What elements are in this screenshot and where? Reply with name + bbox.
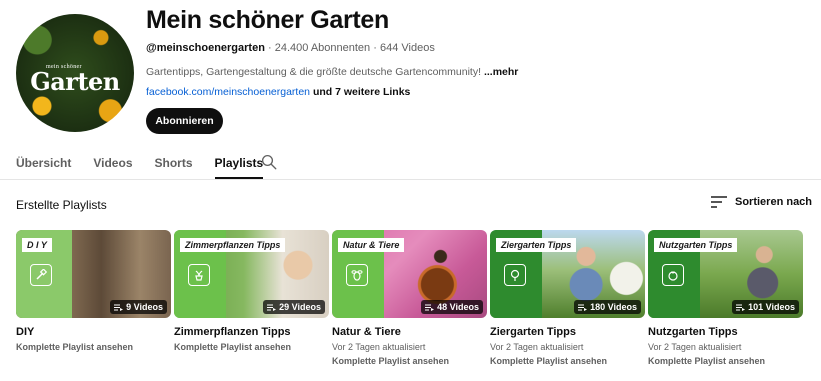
channel-avatar[interactable]: mein schöner Garten bbox=[16, 14, 134, 132]
playlist-thumbnail[interactable]: Zimmerpflanzen Tipps 29 Videos bbox=[174, 230, 329, 318]
channel-handle: @meinschoenergarten bbox=[146, 42, 265, 54]
playlist-updated: Vor 2 Tagen aktualisiert bbox=[490, 342, 584, 352]
playlist-tag: Zimmerpflanzen Tipps bbox=[180, 238, 286, 252]
channel-title: Mein schöner Garten bbox=[146, 6, 389, 34]
playlist-icon bbox=[114, 304, 124, 311]
playlist-thumbnail[interactable]: Nutzgarten Tipps 101 Videos bbox=[648, 230, 803, 318]
tab-overview[interactable]: Übersicht bbox=[16, 146, 71, 179]
channel-description[interactable]: Gartentipps, Gartengestaltung & die größ… bbox=[146, 66, 518, 78]
meta-separator: · bbox=[268, 42, 272, 54]
playlist-tag: Ziergarten Tipps bbox=[496, 238, 577, 252]
sort-label: Sortieren nach bbox=[735, 196, 813, 208]
playlist-updated: Vor 2 Tagen aktualisiert bbox=[332, 342, 426, 352]
video-count-badge: 180 Videos bbox=[574, 300, 641, 314]
playlist-thumbnail[interactable]: D I Y 9 Videos bbox=[16, 230, 171, 318]
sort-button[interactable]: Sortieren nach bbox=[711, 196, 812, 208]
video-count-badge: 29 Videos bbox=[263, 300, 325, 314]
playlist-tag: Nutzgarten Tipps bbox=[654, 238, 738, 252]
video-count-badge: 48 Videos bbox=[421, 300, 483, 314]
tab-videos[interactable]: Videos bbox=[93, 146, 132, 179]
video-count: 644 Videos bbox=[379, 42, 435, 54]
playlist-card-natur-tiere[interactable]: Natur & Tiere 48 Videos Natur & Tiere Vo… bbox=[332, 230, 487, 366]
playlist-icon bbox=[267, 304, 277, 311]
view-playlist-link[interactable]: Komplette Playlist ansehen bbox=[490, 356, 645, 366]
channel-meta: @meinschoenergarten · 24.400 Abonnenten … bbox=[146, 42, 435, 54]
avatar-logo: Garten bbox=[30, 67, 120, 96]
playlist-title[interactable]: Nutzgarten Tipps bbox=[648, 326, 803, 338]
playlist-icon bbox=[578, 304, 588, 311]
channel-tabs: Übersicht Videos Shorts Playlists bbox=[16, 146, 285, 179]
more-button[interactable]: ...mehr bbox=[484, 66, 518, 78]
subscribe-button[interactable]: Abonnieren bbox=[146, 108, 223, 134]
rose-icon bbox=[504, 264, 526, 286]
playlist-icon bbox=[736, 304, 746, 311]
playlist-card-nutzgarten[interactable]: Nutzgarten Tipps 101 Videos Nutzgarten T… bbox=[648, 230, 803, 366]
video-count-badge: 9 Videos bbox=[110, 300, 167, 314]
playlist-title[interactable]: Natur & Tiere bbox=[332, 326, 487, 338]
view-playlist-link[interactable]: Komplette Playlist ansehen bbox=[332, 356, 487, 366]
tab-playlists[interactable]: Playlists bbox=[214, 146, 263, 179]
view-playlist-link[interactable]: Komplette Playlist ansehen bbox=[16, 342, 171, 352]
section-title: Erstellte Playlists bbox=[16, 198, 107, 212]
facebook-link[interactable]: facebook.com/meinschoenergarten bbox=[146, 86, 310, 98]
bee-icon bbox=[346, 264, 368, 286]
description-text: Gartentipps, Gartengestaltung & die größ… bbox=[146, 66, 482, 78]
potted-plant-icon bbox=[188, 264, 210, 286]
playlist-title[interactable]: DIY bbox=[16, 326, 171, 338]
playlist-tag: Natur & Tiere bbox=[338, 238, 405, 252]
playlist-tag: D I Y bbox=[22, 238, 52, 252]
tabs-divider bbox=[0, 179, 821, 180]
tab-shorts[interactable]: Shorts bbox=[155, 146, 193, 179]
subscriber-count: 24.400 Abonnenten bbox=[274, 42, 371, 54]
playlist-card-zimmerpflanzen[interactable]: Zimmerpflanzen Tipps 29 Videos Zimmerpfl… bbox=[174, 230, 329, 352]
playlist-thumbnail[interactable]: Ziergarten Tipps 180 Videos bbox=[490, 230, 645, 318]
playlist-title[interactable]: Ziergarten Tipps bbox=[490, 326, 645, 338]
playlist-card-ziergarten[interactable]: Ziergarten Tipps 180 Videos Ziergarten T… bbox=[490, 230, 645, 366]
search-icon[interactable] bbox=[260, 153, 278, 171]
playlist-icon bbox=[425, 304, 435, 311]
channel-links: facebook.com/meinschoenergarten und 7 we… bbox=[146, 86, 410, 98]
playlist-card-diy[interactable]: D I Y 9 Videos DIY Komplette Playlist an… bbox=[16, 230, 171, 352]
view-playlist-link[interactable]: Komplette Playlist ansehen bbox=[648, 356, 803, 366]
tomato-icon bbox=[662, 264, 684, 286]
view-playlist-link[interactable]: Komplette Playlist ansehen bbox=[174, 342, 329, 352]
meta-separator: · bbox=[373, 42, 377, 54]
video-count-badge: 101 Videos bbox=[732, 300, 799, 314]
playlist-updated: Vor 2 Tagen aktualisiert bbox=[648, 342, 742, 352]
playlist-title[interactable]: Zimmerpflanzen Tipps bbox=[174, 326, 329, 338]
hammer-icon bbox=[30, 264, 52, 286]
more-links-button[interactable]: und 7 weitere Links bbox=[313, 86, 410, 98]
playlist-thumbnail[interactable]: Natur & Tiere 48 Videos bbox=[332, 230, 487, 318]
sort-icon bbox=[711, 196, 727, 208]
